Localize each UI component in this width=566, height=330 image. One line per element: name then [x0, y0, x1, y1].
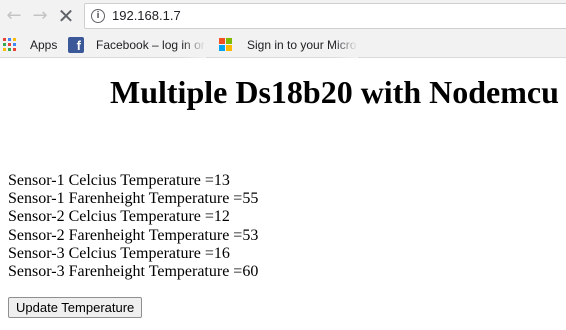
sensor-reading: Sensor-2 Farenheight Temperature =53	[8, 226, 259, 244]
info-icon[interactable]: i	[91, 9, 105, 23]
update-temperature-button[interactable]: Update Temperature	[8, 297, 143, 318]
bookmark-apps[interactable]: Apps	[30, 38, 57, 52]
sensor-reading: Sensor-3 Farenheight Temperature =60	[8, 262, 259, 280]
bookmark-fade	[334, 32, 358, 58]
close-icon[interactable]: ✕	[56, 6, 76, 26]
browser-toolbar: ← → ✕ i 192.168.1.7	[0, 0, 566, 32]
forward-arrow-icon[interactable]: →	[30, 6, 50, 26]
sensor-readings: Sensor-1 Celcius Temperature =13 Sensor-…	[8, 172, 258, 281]
sensor-reading: Sensor-1 Celcius Temperature =13	[8, 172, 230, 189]
url-text[interactable]: 192.168.1.7	[112, 8, 181, 23]
sensor-reading: Sensor-3 Celcius Temperature =16	[8, 244, 230, 262]
page-title: Multiple Ds18b20 with Nodemcu	[110, 74, 559, 110]
address-bar[interactable]: i 192.168.1.7	[84, 3, 566, 29]
apps-grid-icon[interactable]	[3, 38, 17, 52]
sensor-reading: Sensor-1 Farenheight Temperature =55	[8, 190, 259, 208]
bookmarks-bar: Apps f Facebook – log in or Sign in to y…	[0, 32, 566, 58]
facebook-icon[interactable]: f	[68, 37, 84, 53]
microsoft-icon[interactable]	[219, 38, 233, 52]
bookmark-fade	[182, 32, 206, 58]
sensor-reading: Sensor-2 Celcius Temperature =12	[8, 208, 230, 226]
back-arrow-icon[interactable]: ←	[4, 6, 24, 26]
